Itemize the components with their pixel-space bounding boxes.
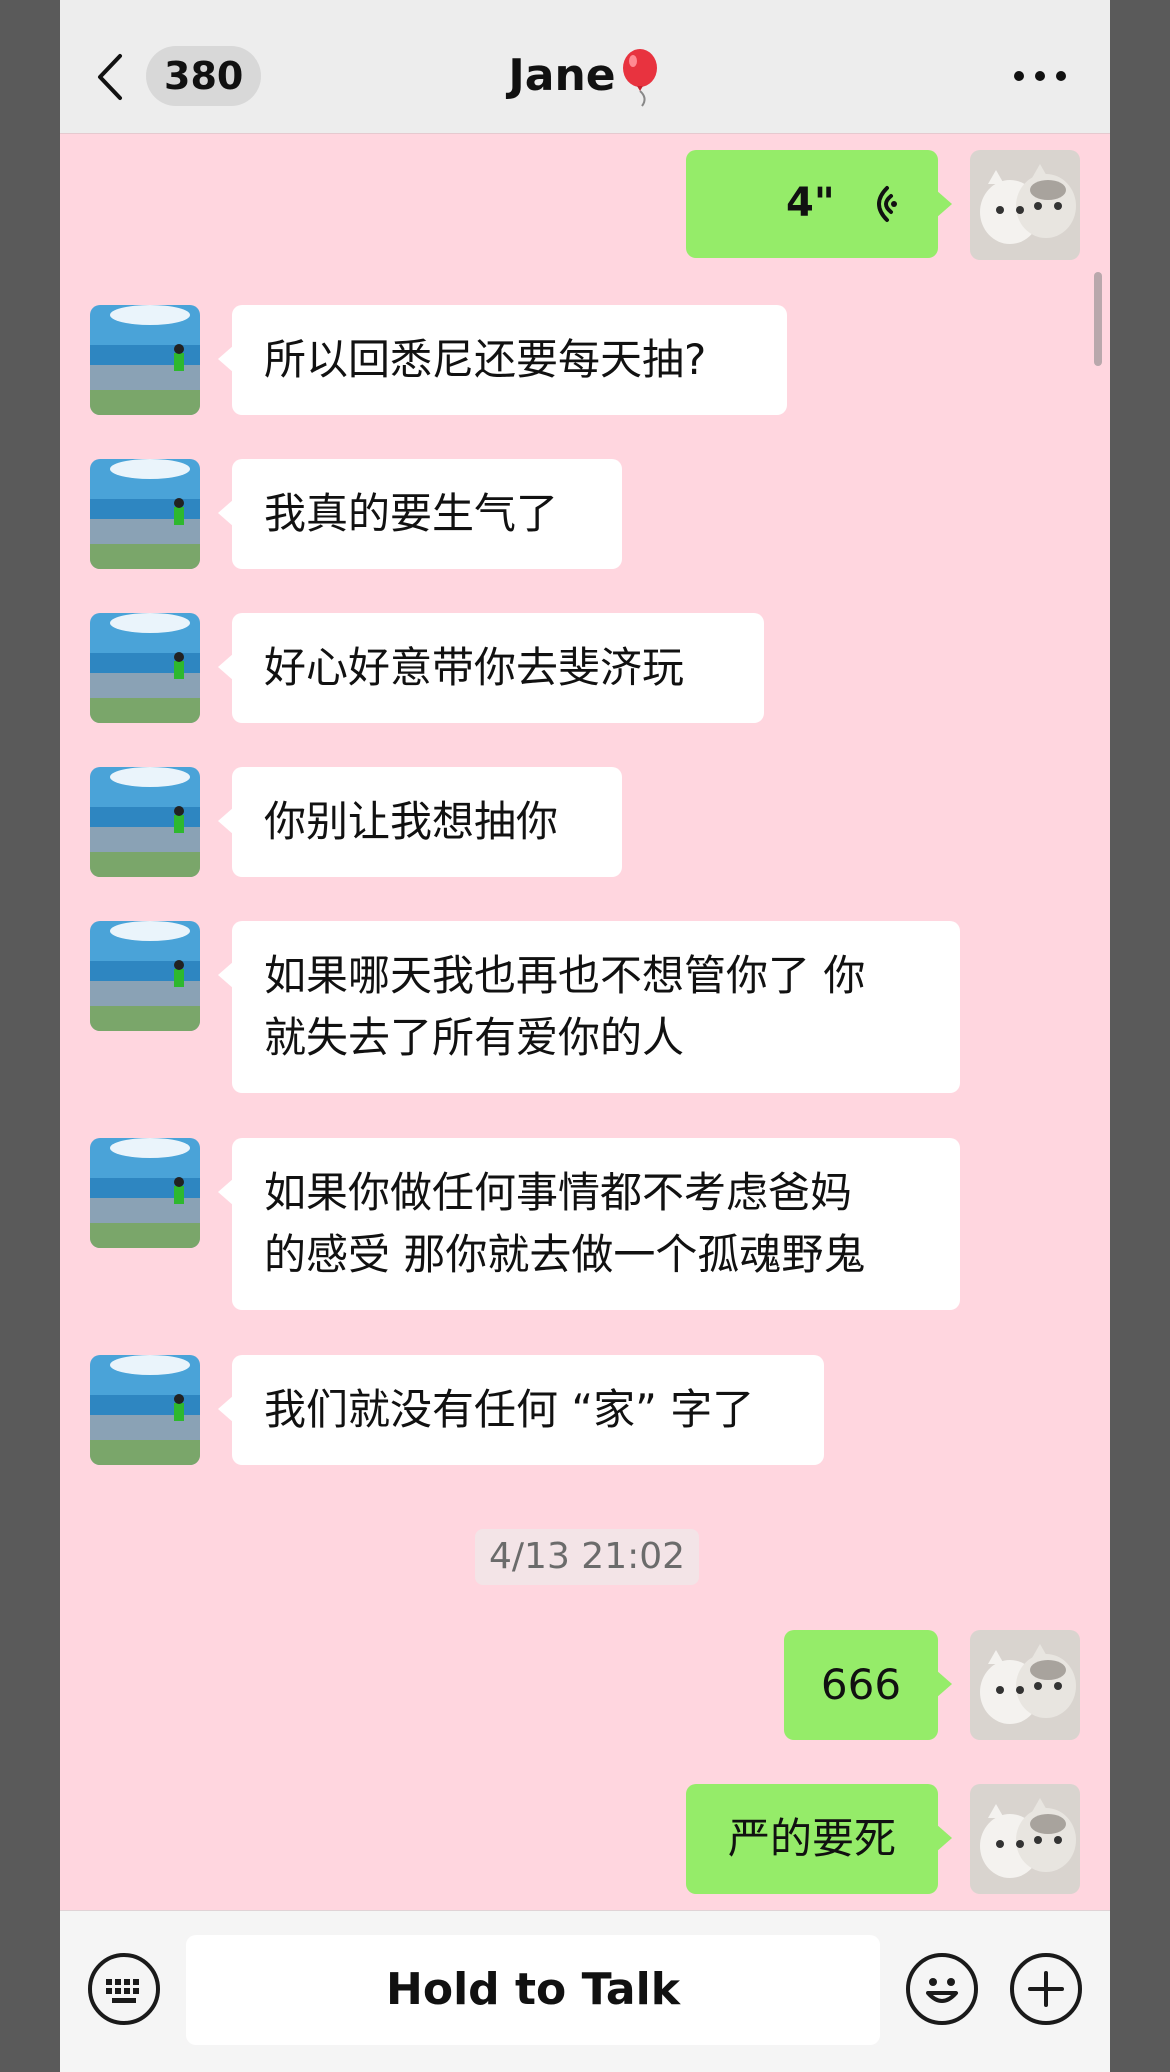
hold-to-talk-button[interactable]: Hold to Talk [186,1935,880,2045]
cat-avatar-image [970,1630,1080,1740]
landscape-avatar-image [90,459,200,569]
incoming-message[interactable]: 我真的要生气了 [218,459,622,569]
message-line: 的感受 那你就去做一个孤魂野鬼 [264,1230,866,1279]
contact-avatar[interactable] [90,459,200,569]
more-dot [1056,71,1066,81]
plus-icon [1028,1971,1064,2007]
chat-header: 380 Jane [60,0,1110,134]
more-dot [1035,71,1045,81]
contact-name: Jane [508,50,616,101]
my-avatar[interactable] [970,1784,1080,1894]
contact-avatar[interactable] [90,1138,200,1248]
landscape-avatar-image [90,767,200,877]
more-actions-button[interactable] [1010,1953,1082,2025]
message-timestamp: 4/13 21:02 [475,1529,700,1585]
input-bar: Hold to Talk [60,1910,1110,2072]
emoji-button[interactable] [906,1953,978,2025]
message-line: 就失去了所有爱你的人 [264,1013,685,1062]
keyboard-toggle-button[interactable] [88,1953,160,2025]
landscape-avatar-image [90,921,200,1031]
voice-wave-icon [877,186,897,222]
my-avatar[interactable] [970,150,1080,260]
voice-duration: 4" [786,180,835,226]
outgoing-message[interactable]: 666 [784,1630,952,1740]
contact-avatar[interactable] [90,767,200,877]
landscape-avatar-image [90,1355,200,1465]
message-line: 如果你做任何事情都不考虑爸妈 [264,1168,853,1217]
my-avatar[interactable] [970,1630,1080,1740]
incoming-message[interactable]: 如果你做任何事情都不考虑爸妈 的感受 那你就去做一个孤魂野鬼 [218,1138,960,1310]
landscape-avatar-image [90,613,200,723]
cat-avatar-image [970,150,1080,260]
voice-message-bubble[interactable]: 4" [686,150,952,258]
message-line: 如果哪天我也再也不想管你了 你 [264,951,866,1000]
incoming-message[interactable]: 我们就没有任何 “家” 字了 [218,1355,824,1465]
balloon-icon [622,49,657,107]
emoji-icon [926,1978,958,2003]
contact-avatar[interactable] [90,613,200,723]
contact-avatar[interactable] [90,1355,200,1465]
contact-avatar[interactable] [90,921,200,1031]
landscape-avatar-image [90,1138,200,1248]
cat-avatar-image [970,1784,1080,1894]
keyboard-icon [106,1979,139,2003]
incoming-message[interactable]: 好心好意带你去斐济玩 [218,613,764,723]
more-options-button[interactable] [1014,66,1066,86]
chat-title: Jane [60,48,1110,108]
incoming-message[interactable]: 你别让我想抽你 [218,767,622,877]
contact-avatar[interactable] [90,305,200,415]
landscape-avatar-image [90,305,200,415]
scrollbar-thumb[interactable] [1094,272,1102,366]
more-dots-icon [1014,71,1024,81]
outgoing-message[interactable]: 严的要死 [686,1784,952,1894]
incoming-message[interactable]: 所以回悉尼还要每天抽? [218,305,787,415]
incoming-message[interactable]: 如果哪天我也再也不想管你了 你 就失去了所有爱你的人 [218,921,960,1093]
chat-screen: 380 Jane 4" 所以回悉尼还要每天抽? 我真的要生气了 好心好意带你去斐… [60,0,1110,2072]
